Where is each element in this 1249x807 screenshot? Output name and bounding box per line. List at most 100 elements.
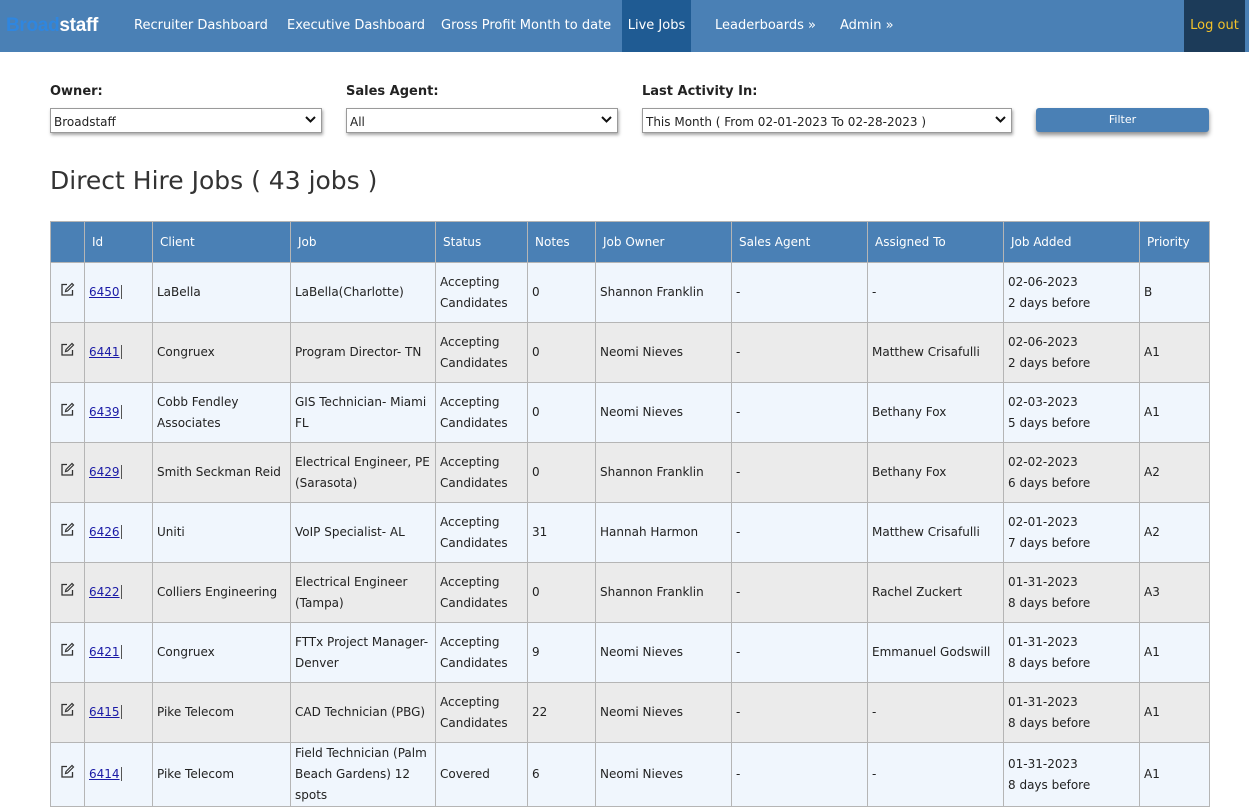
column-header-assigned-to[interactable]: Assigned To [867, 221, 1004, 263]
sales-agent-select[interactable]: All [346, 108, 618, 133]
assigned-to-cell: Bethany Fox [867, 382, 1004, 443]
table-row: 6421 Congruex FTTx Project Manager- Denver… [50, 622, 1210, 683]
job-id-link[interactable]: 6426 [89, 525, 122, 539]
edit-cell[interactable] [50, 382, 85, 443]
edit-cell[interactable] [50, 622, 85, 683]
job-owner-cell: Shannon Franklin [595, 442, 732, 503]
chevron-down-icon [601, 116, 612, 123]
edit-cell[interactable] [50, 682, 85, 743]
logo[interactable]: Broadstaff [6, 15, 98, 37]
status-cell: Covered [435, 742, 528, 807]
nav-live-jobs[interactable]: Live Jobs [622, 0, 691, 52]
notes-cell: 9 [527, 622, 596, 683]
priority-cell: A1 [1139, 622, 1210, 683]
sales-agent-cell: - [731, 322, 868, 383]
last-activity-label: Last Activity In: [642, 84, 758, 99]
column-header-edit [50, 221, 85, 263]
assigned-to-cell: Rachel Zuckert [867, 562, 1004, 623]
column-header-client[interactable]: Client [152, 221, 291, 263]
edit-cell[interactable] [50, 562, 85, 623]
id-cell: 6441 [84, 322, 153, 383]
job-id-link[interactable]: 6422 [89, 585, 122, 599]
status-cell: Accepting Candidates [435, 322, 528, 383]
job-id-link[interactable]: 6439 [89, 405, 122, 419]
column-header-id[interactable]: Id [84, 221, 153, 263]
column-header-priority[interactable]: Priority [1139, 221, 1210, 263]
job-owner-cell: Neomi Nieves [595, 382, 732, 443]
job-owner-cell: Neomi Nieves [595, 322, 732, 383]
sales-agent-cell: - [731, 442, 868, 503]
job-added-cell: 02-06-2023 2 days before [1003, 262, 1140, 323]
sales-agent-cell: - [731, 502, 868, 563]
edit-cell[interactable] [50, 742, 85, 807]
owner-select[interactable]: Broadstaff [50, 108, 322, 133]
job-added-cell: 01-31-2023 8 days before [1003, 562, 1140, 623]
job-id-link[interactable]: 6450 [89, 285, 122, 299]
job-added-ago: 8 days before [1008, 595, 1091, 610]
edit-icon [61, 282, 75, 296]
job-id-link[interactable]: 6441 [89, 345, 122, 359]
job-owner-cell: Hannah Harmon [595, 502, 732, 563]
job-added-cell: 02-06-2023 2 days before [1003, 322, 1140, 383]
status-cell: Accepting Candidates [435, 262, 528, 323]
owner-label: Owner: [50, 84, 103, 99]
column-header-job[interactable]: Job [290, 221, 436, 263]
job-added-ago: 8 days before [1008, 777, 1091, 792]
id-cell: 6415 [84, 682, 153, 743]
client-cell: Congruex [152, 622, 291, 683]
id-cell: 6429 [84, 442, 153, 503]
job-id-link[interactable]: 6421 [89, 645, 122, 659]
table-row: 6450 LaBella LaBella(Charlotte) Accepting C… [50, 262, 1210, 323]
assigned-to-cell: Matthew Crisafulli [867, 502, 1004, 563]
edit-icon [61, 582, 75, 596]
edit-icon [61, 764, 75, 778]
edit-icon [61, 342, 75, 356]
nav-admin[interactable]: Admin » [840, 0, 894, 52]
job-owner-cell: Shannon Franklin [595, 262, 732, 323]
id-cell: 6426 [84, 502, 153, 563]
job-owner-cell: Neomi Nieves [595, 682, 732, 743]
job-added-date: 02-01-2023 [1008, 514, 1078, 529]
job-id-link[interactable]: 6414 [89, 767, 122, 781]
job-added-cell: 02-02-2023 6 days before [1003, 442, 1140, 503]
column-header-job-added[interactable]: Job Added [1003, 221, 1140, 263]
logout-button[interactable]: Log out [1184, 0, 1245, 52]
job-added-date: 02-03-2023 [1008, 394, 1078, 409]
nav-gross-profit[interactable]: Gross Profit Month to date [441, 0, 611, 52]
edit-cell[interactable] [50, 322, 85, 383]
job-id-link[interactable]: 6415 [89, 705, 122, 719]
table-row: 6422 Colliers Engineering Electrical Engin… [50, 562, 1210, 623]
client-cell: Pike Telecom [152, 742, 291, 807]
job-added-cell: 01-31-2023 8 days before [1003, 622, 1140, 683]
job-id-link[interactable]: 6429 [89, 465, 122, 479]
notes-cell: 0 [527, 442, 596, 503]
sales-agent-cell: - [731, 562, 868, 623]
nav-recruiter-dashboard[interactable]: Recruiter Dashboard [134, 0, 268, 52]
client-cell: Colliers Engineering [152, 562, 291, 623]
notes-cell: 0 [527, 562, 596, 623]
column-header-sales-agent[interactable]: Sales Agent [731, 221, 868, 263]
nav-leaderboards[interactable]: Leaderboards » [715, 0, 816, 52]
job-added-ago: 2 days before [1008, 355, 1091, 370]
table-row: 6426 Uniti VoIP Specialist- AL Accepting Ca… [50, 502, 1210, 563]
nav-executive-dashboard[interactable]: Executive Dashboard [287, 0, 425, 52]
job-added-date: 02-06-2023 [1008, 274, 1078, 289]
column-header-status[interactable]: Status [435, 221, 528, 263]
id-cell: 6422 [84, 562, 153, 623]
column-header-notes[interactable]: Notes [527, 221, 596, 263]
assigned-to-cell: Bethany Fox [867, 442, 1004, 503]
filter-button[interactable]: Filter [1036, 108, 1209, 132]
notes-cell: 31 [527, 502, 596, 563]
job-owner-cell: Neomi Nieves [595, 742, 732, 807]
status-cell: Accepting Candidates [435, 682, 528, 743]
edit-cell[interactable] [50, 442, 85, 503]
edit-cell[interactable] [50, 502, 85, 563]
table-row: 6441 Congruex Program Director- TN Acceptin… [50, 322, 1210, 383]
column-header-job-owner[interactable]: Job Owner [595, 221, 732, 263]
edit-cell[interactable] [50, 262, 85, 323]
last-activity-select[interactable]: This Month ( From 02-01-2023 To 02-28-20… [642, 108, 1012, 133]
notes-cell: 0 [527, 382, 596, 443]
top-nav: Broadstaff Recruiter Dashboard Executive… [0, 0, 1249, 52]
job-cell: Electrical Engineer, PE (Sarasota) [290, 442, 436, 503]
table-row: 6429 Smith Seckman Reid Electrical Enginee… [50, 442, 1210, 503]
